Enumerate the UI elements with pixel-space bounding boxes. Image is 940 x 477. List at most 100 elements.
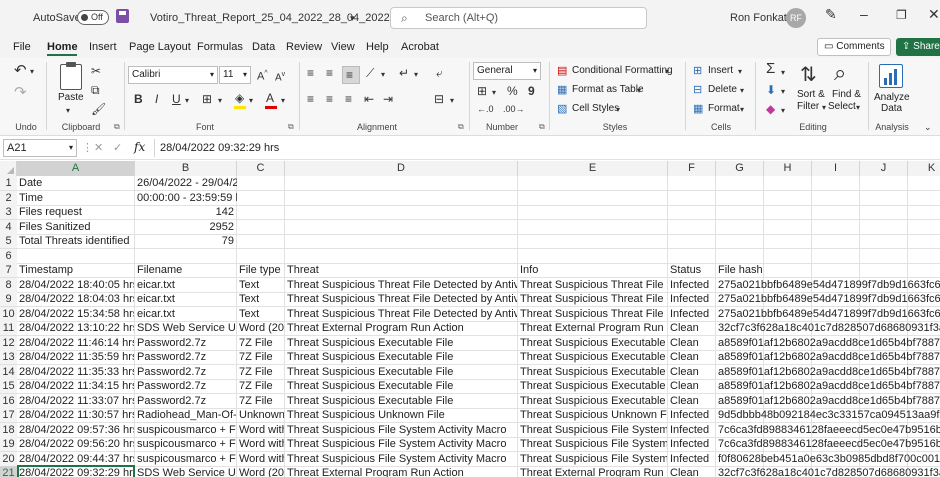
delete-cells-button[interactable]: Delete — [708, 84, 737, 95]
row-header[interactable]: 13 — [0, 350, 17, 365]
table-cell[interactable] — [237, 191, 284, 205]
wrap-icon[interactable]: ⤶ — [436, 66, 443, 80]
table-cell[interactable]: a8589f01af12b6802a9acdd8ce1d65b4bf7887e2… — [716, 350, 940, 364]
insert-cells-button[interactable]: Insert — [708, 65, 733, 76]
row-header[interactable]: 12 — [0, 336, 17, 351]
chevron-down-icon[interactable]: ▾ — [738, 65, 742, 79]
table-cell[interactable] — [668, 234, 715, 248]
table-cell[interactable]: a8589f01af12b6802a9acdd8ce1d65b4bf7887e2… — [716, 365, 940, 379]
table-cell[interactable]: Threat External Program Run — [518, 466, 667, 477]
table-cell[interactable]: Threat Suspicious File System Act — [518, 423, 667, 437]
table-cell[interactable] — [716, 234, 940, 248]
file-name[interactable]: Votiro_Threat_Report_25_04_2022_28_04_20… — [150, 11, 409, 25]
chevron-down-icon[interactable]: ▾ — [414, 68, 418, 82]
table-cell[interactable] — [237, 205, 284, 219]
row-header[interactable]: 7 — [0, 263, 17, 278]
font-launcher-icon[interactable]: ⧉ — [288, 122, 294, 132]
tab-view[interactable]: View — [331, 41, 355, 53]
table-cell[interactable]: Password2.7z — [135, 379, 236, 393]
table-cell[interactable]: Threat Suspicious Threat File Detected — [518, 292, 667, 306]
analyze-data-label-2[interactable]: Data — [881, 103, 902, 114]
table-cell[interactable]: Clean — [668, 336, 715, 350]
table-cell[interactable] — [285, 205, 517, 219]
chevron-down-icon[interactable]: ▾ — [822, 101, 826, 115]
table-cell[interactable] — [518, 249, 667, 263]
column-header[interactable]: F — [668, 161, 716, 176]
table-cell[interactable]: Unknown — [237, 408, 284, 422]
sort-filter-label-2[interactable]: Filter — [797, 101, 819, 112]
table-cell[interactable]: Threat Suspicious File System Activity M… — [285, 452, 517, 466]
table-cell[interactable]: Threat Suspicious Executable File — [285, 336, 517, 350]
chevron-down-icon[interactable]: ▾ — [281, 94, 285, 108]
table-cell[interactable]: Threat Suspicious Threat File Detected b… — [285, 307, 517, 321]
table-cell[interactable] — [237, 249, 284, 263]
chevron-down-icon[interactable]: ▾ — [740, 84, 744, 98]
header-cell[interactable]: File type — [237, 263, 284, 277]
table-cell[interactable]: Infected — [668, 307, 715, 321]
table-cell[interactable] — [716, 191, 940, 205]
sort-filter-label-1[interactable]: Sort & — [797, 89, 825, 100]
table-cell[interactable]: Infected — [668, 452, 715, 466]
percent-icon[interactable]: % — [507, 84, 518, 98]
find-select-label-2[interactable]: Select — [828, 101, 856, 112]
row-header[interactable]: 4 — [0, 220, 17, 235]
table-cell[interactable]: Text — [237, 278, 284, 292]
table-cell[interactable]: Threat External Program Run Action — [285, 321, 517, 335]
table-cell[interactable]: Threat Suspicious File System Activity M… — [285, 437, 517, 451]
table-cell[interactable]: Threat Suspicious Executable File — [285, 394, 517, 408]
table-cell[interactable]: 32cf7c3f628a18c401c7d828507d68680931f3a5… — [716, 466, 940, 477]
table-cell[interactable]: Clean — [668, 466, 715, 477]
font-size-combo[interactable]: 11 ▾ — [219, 66, 251, 84]
header-cell[interactable]: Status — [668, 263, 715, 277]
table-cell[interactable]: Word with — [237, 437, 284, 451]
chevron-down-icon[interactable]: ▾ — [492, 86, 496, 100]
fill-icon[interactable]: ⬇ — [766, 83, 776, 97]
table-cell[interactable]: 2952 — [135, 220, 237, 234]
table-cell[interactable]: 28/04/2022 11:33:07 hrs — [17, 394, 134, 408]
table-cell[interactable] — [518, 205, 667, 219]
merge-center-icon[interactable]: ⊟ — [434, 92, 444, 106]
analyze-data-label-1[interactable]: Analyze — [874, 92, 910, 103]
table-cell[interactable]: Threat Suspicious Threat File Detected — [518, 307, 667, 321]
table-cell[interactable]: Total Threats identified — [17, 234, 134, 248]
copy-icon[interactable]: ⧉ — [91, 83, 100, 97]
table-cell[interactable]: suspicousmarco + File — [135, 437, 236, 451]
bold-icon[interactable]: B — [134, 92, 143, 106]
table-cell[interactable]: suspicousmarco + File — [135, 452, 236, 466]
table-cell[interactable]: 79 — [135, 234, 237, 248]
table-cell[interactable]: 28/04/2022 18:04:03 hrs — [17, 292, 134, 306]
table-cell[interactable]: Threat Suspicious Unknown File — [285, 408, 517, 422]
align-right-icon[interactable]: ≡ — [345, 92, 352, 106]
table-cell[interactable]: SDS Web Service User — [135, 466, 236, 477]
table-cell[interactable]: 32cf7c3f628a18c401c7d828507d68680931f3a5… — [716, 321, 940, 335]
table-cell[interactable]: 275a021bbfb6489e54d471899f7db9d1663fc695… — [716, 292, 940, 306]
conditional-formatting-button[interactable]: Conditional Formatting — [572, 65, 673, 76]
chevron-down-icon[interactable]: ▾ — [740, 103, 744, 117]
table-cell[interactable]: Password2.7z — [135, 394, 236, 408]
table-cell[interactable]: 28/04/2022 11:30:57 hrs — [17, 408, 134, 422]
table-cell[interactable] — [518, 176, 667, 190]
find-select-icon[interactable]: ⌕ — [834, 61, 846, 85]
insert-function-icon[interactable]: fx — [134, 140, 145, 154]
table-cell[interactable] — [716, 220, 940, 234]
filename-chevron-icon[interactable]: ▾ — [350, 11, 355, 25]
table-cell[interactable]: 28/04/2022 11:35:59 hrs — [17, 350, 134, 364]
table-cell[interactable]: 28/04/2022 11:35:33 hrs — [17, 365, 134, 379]
clipboard-launcher-icon[interactable]: ⧉ — [114, 122, 120, 132]
align-bottom-button[interactable]: ≡ — [342, 66, 360, 84]
number-launcher-icon[interactable]: ⧉ — [539, 122, 545, 132]
sheet-grid[interactable]: 1Date26/04/2022 - 29/04/2022 2Time00:00:0… — [0, 176, 940, 477]
table-cell[interactable]: 28/04/2022 09:57:36 hrs — [17, 423, 134, 437]
align-top-icon[interactable]: ≡ — [307, 66, 314, 80]
row-header[interactable]: 21 — [0, 466, 17, 477]
table-cell[interactable] — [285, 249, 517, 263]
cancel-icon[interactable]: ✕ — [94, 141, 103, 155]
restore-icon[interactable]: ❐ — [896, 8, 907, 22]
table-cell[interactable]: Date — [17, 176, 134, 190]
table-cell[interactable]: Threat Suspicious Executable File — [518, 365, 667, 379]
chevron-down-icon[interactable]: ▾ — [637, 84, 641, 98]
fill-color-icon[interactable]: ◈ — [235, 91, 244, 105]
row-header[interactable]: 6 — [0, 249, 17, 264]
tab-help[interactable]: Help — [366, 41, 389, 53]
chevron-down-icon[interactable]: ▾ — [665, 65, 669, 79]
